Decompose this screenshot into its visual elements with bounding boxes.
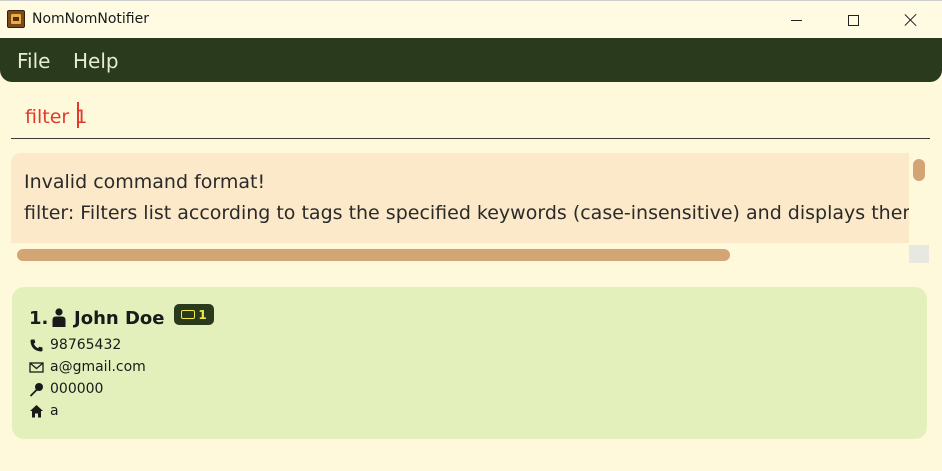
close-button[interactable] xyxy=(882,1,940,39)
minimize-button[interactable] xyxy=(767,1,825,39)
address-row: a xyxy=(29,402,59,420)
vertical-scrollbar-thumb[interactable] xyxy=(913,159,925,181)
result-message: Invalid command format! xyxy=(24,171,266,193)
menu-bar: File Help xyxy=(0,38,942,82)
postal-value: 000000 xyxy=(50,381,104,397)
maximize-icon xyxy=(847,14,859,26)
result-display: Invalid command format! filter: Filters … xyxy=(11,153,909,243)
window-title: NomNomNotifier xyxy=(32,11,149,27)
postal-row: 000000 xyxy=(29,380,103,398)
title-bar: NomNomNotifier xyxy=(0,0,942,38)
email-icon xyxy=(29,361,44,373)
app-logo-icon xyxy=(7,10,25,28)
person-name: John Doe xyxy=(74,308,165,329)
tag-count: 1 xyxy=(198,307,207,322)
home-icon xyxy=(30,404,43,417)
tag-badge: 1 xyxy=(174,304,214,325)
menu-file[interactable]: File xyxy=(17,49,50,73)
command-input[interactable] xyxy=(11,92,930,139)
minimize-icon xyxy=(790,19,802,21)
person-card[interactable]: 1. John Doe 1 98765432 a@gmail.com 00000… xyxy=(12,287,927,439)
pin-icon xyxy=(29,382,43,397)
menu-help[interactable]: Help xyxy=(73,49,119,73)
person-icon xyxy=(52,308,66,327)
email-row: a@gmail.com xyxy=(29,358,146,376)
phone-row: 98765432 xyxy=(29,336,121,354)
address-value: a xyxy=(50,403,59,419)
email-value: a@gmail.com xyxy=(50,359,146,375)
phone-value: 98765432 xyxy=(50,337,122,353)
person-index: 1. xyxy=(29,308,49,329)
text-caret xyxy=(77,102,79,128)
result-usage: filter: Filters list according to tags t… xyxy=(24,202,909,224)
horizontal-scrollbar-thumb[interactable] xyxy=(17,249,730,261)
tag-icon xyxy=(181,310,196,319)
maximize-button[interactable] xyxy=(824,1,882,39)
close-icon xyxy=(904,13,918,27)
phone-icon xyxy=(30,339,43,351)
scroll-corner xyxy=(909,245,929,263)
